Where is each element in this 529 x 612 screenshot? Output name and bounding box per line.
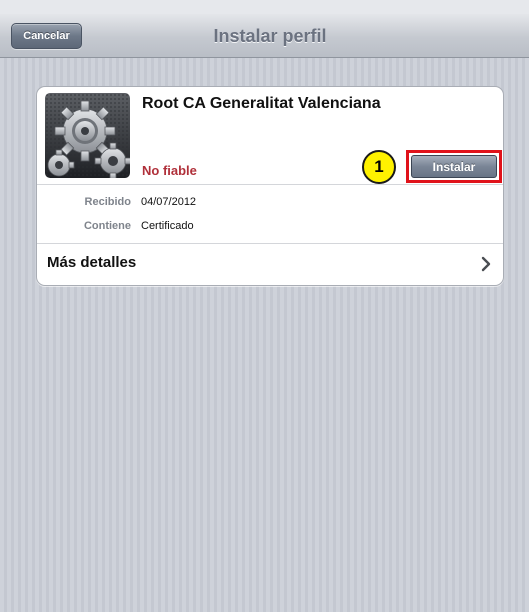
detail-label-contains: Contiene [83,220,131,232]
trust-status-label: No fiable [142,163,197,178]
navigation-bar: Cancelar Instalar perfil [0,14,529,58]
cancel-button[interactable]: Cancelar [11,23,82,49]
chevron-right-icon [478,256,494,272]
status-bar [0,0,529,14]
detail-value-contains: Certificado [141,220,194,232]
screen-background: Cancelar Instalar perfil Root CA General… [0,0,529,612]
page-title: Instalar perfil [213,26,327,46]
profile-card: Root CA Generalitat Valenciana No fiable… [36,86,504,286]
settings-gears-icon [45,93,130,178]
more-details-label: Más detalles [47,254,137,271]
profile-name: Root CA Generalitat Valenciana [142,95,381,112]
callout-number-badge: 1 [362,150,396,184]
install-button[interactable]: Instalar [411,155,497,178]
more-details-row[interactable]: Más detalles [37,243,503,285]
detail-value-received: 04/07/2012 [141,196,197,208]
divider [37,184,503,185]
detail-label-received: Recibido [84,196,131,208]
